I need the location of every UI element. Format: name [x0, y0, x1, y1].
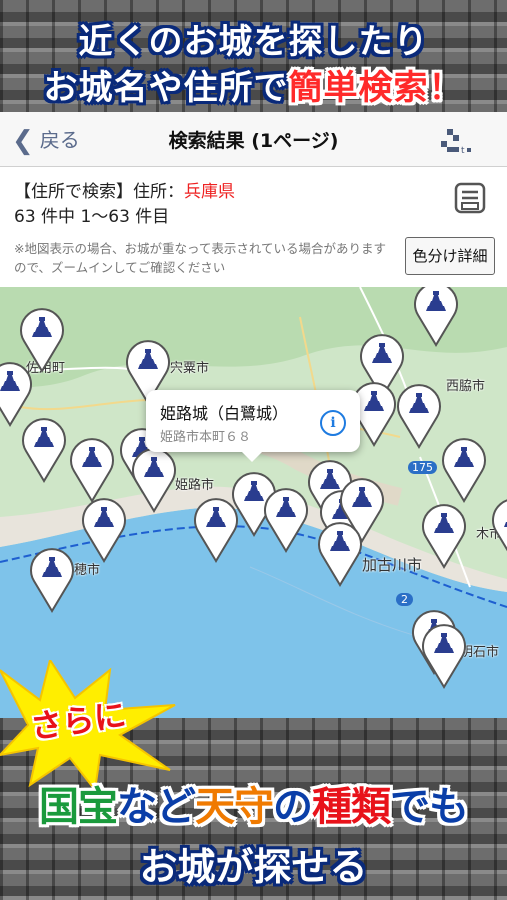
- page-title: 検索結果 (1ページ): [168, 130, 339, 152]
- route-2-sign: 2: [396, 593, 413, 606]
- castle-pin-icon[interactable]: [192, 495, 240, 563]
- search-info-panel: 【住所で検索】住所：兵庫県 63 件中 1〜63 件目 ※地図表示の場合、お城が…: [0, 167, 507, 287]
- castle-pin-icon[interactable]: [440, 435, 488, 503]
- castle-callout[interactable]: 姫路城（白鷺城） 姫路市本町６８ i: [146, 390, 360, 462]
- castle-pin-icon[interactable]: [420, 501, 468, 569]
- search-prefecture: 兵庫県: [184, 182, 235, 202]
- castle-pin-icon[interactable]: [490, 495, 507, 563]
- castle-pin-icon[interactable]: [20, 415, 68, 483]
- castle-pin-icon[interactable]: [80, 495, 128, 563]
- route-175-sign: 175: [408, 461, 437, 474]
- castle-pin-icon[interactable]: [395, 381, 443, 449]
- search-condition: 【住所で検索】住所：兵庫県: [14, 177, 235, 202]
- castle-pin-icon[interactable]: [130, 445, 178, 513]
- promo-headline-2-highlight: 簡単検索！: [288, 68, 464, 108]
- callout-address: 姫路市本町６８: [160, 430, 252, 445]
- info-icon[interactable]: i: [320, 410, 346, 436]
- castle-pin-icon[interactable]: [28, 545, 76, 613]
- svg-text:t: t: [461, 146, 465, 154]
- castle-pin-icon[interactable]: [68, 435, 116, 503]
- map-label-kakogawa: 加古川市: [362, 556, 423, 574]
- castle-pin-icon[interactable]: [412, 287, 460, 347]
- castle-pin-icon[interactable]: [262, 485, 310, 553]
- promo-tenshu: 天守: [195, 784, 274, 830]
- promo-shurui: 種類: [312, 784, 391, 830]
- promo-bottom-line-1: 国宝など天守の種類でも: [0, 774, 507, 832]
- map-label-nishiwaki: 西脇市: [446, 379, 486, 394]
- search-condition-prefix: 【住所で検索】住所：: [14, 182, 184, 202]
- promo-kokuho: 国宝: [39, 784, 118, 830]
- promo-no: の: [273, 784, 313, 830]
- callout-title: 姫路城（白鷺城）: [160, 404, 289, 423]
- map-note: ※地図表示の場合、お城が重なって表示されている場合がありますので、ズームインして…: [14, 241, 386, 275]
- castle-pin-icon[interactable]: [420, 621, 468, 689]
- save-icon[interactable]: [453, 181, 487, 215]
- promo-nado: など: [117, 784, 196, 830]
- castle-pin-icon[interactable]: [316, 519, 364, 587]
- promo-headline-2: お城名や住所で簡単検索！: [0, 60, 507, 109]
- result-count: 63 件中 1〜63 件目: [14, 207, 170, 227]
- map-view[interactable]: 佐用町 宍粟市 西脇市 姫路市 加古川市 木市 穂市 明石市 175 2 姫路城…: [0, 287, 507, 718]
- navigation-bar: ❮ 戻る 検索結果 (1ページ) t: [0, 112, 507, 167]
- sort-icon[interactable]: t: [437, 126, 473, 154]
- promo-headline-2-prefix: お城名や住所で: [43, 68, 289, 108]
- map-label-himeji: 姫路市: [175, 478, 215, 493]
- promo-bottom-line-2: お城が探せる: [139, 845, 368, 889]
- promo-headline-1: 近くのお城を探したり: [78, 22, 429, 62]
- promo-demo: でも: [390, 784, 469, 830]
- map-label-shiso: 宍粟市: [170, 361, 210, 376]
- color-detail-button[interactable]: 色分け詳細: [405, 237, 495, 275]
